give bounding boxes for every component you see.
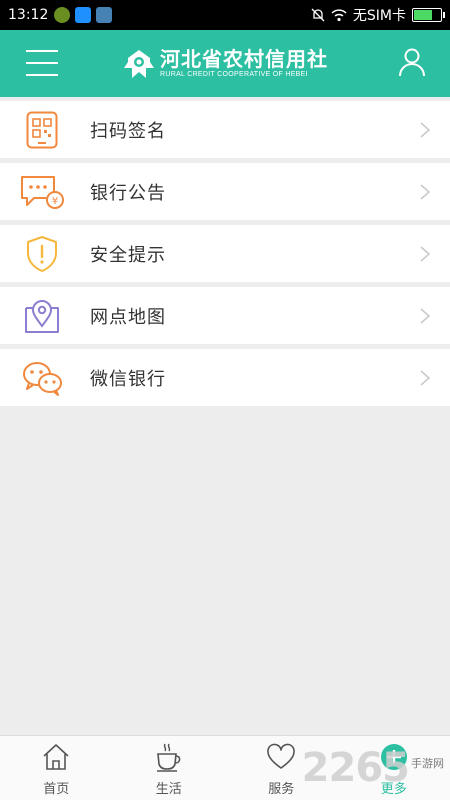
- heart-icon: [267, 743, 296, 769]
- chevron-right-icon: [420, 184, 431, 200]
- list-item-label: 安全提示: [90, 244, 166, 266]
- tab-life[interactable]: 生活: [113, 736, 226, 800]
- list-item-wechat-bank[interactable]: 微信银行: [0, 349, 450, 406]
- carrier-label: 无SIM卡: [352, 8, 406, 24]
- chevron-right-icon: [420, 370, 431, 386]
- chevron-right-icon: [420, 308, 431, 324]
- watermark-text: 手游网: [411, 757, 444, 770]
- status-bar: 13:12 无SIM卡: [0, 0, 450, 30]
- mute-bell-icon: [311, 8, 325, 22]
- user-icon[interactable]: [398, 47, 426, 77]
- svg-text:¥: ¥: [52, 196, 58, 207]
- app-header: 河北省农村信用社 RURAL CREDIT COOPERATIVE OF HEB…: [0, 30, 450, 97]
- chevron-right-icon: [420, 246, 431, 262]
- battery-icon: [412, 8, 445, 22]
- usb-icon: [96, 7, 113, 23]
- bank-logo-mark-icon: [124, 49, 154, 78]
- announcement-icon: ¥: [18, 172, 66, 212]
- list-item-bank-announcement[interactable]: ¥ 银行公告: [0, 163, 450, 220]
- logo-subtitle: RURAL CREDIT COOPERATIVE OF HEBEI: [160, 70, 308, 78]
- map-pin-icon: [18, 296, 66, 336]
- wechat-icon: [18, 358, 66, 398]
- status-time: 13:12: [8, 7, 49, 23]
- logo-title: 河北省农村信用社: [160, 46, 328, 71]
- bank-logo: 河北省农村信用社 RURAL CREDIT COOPERATIVE OF HEB…: [122, 48, 328, 80]
- tab-label: 首页: [43, 782, 70, 797]
- chevron-right-icon: [420, 122, 431, 138]
- watermark: 2265 手游网: [302, 745, 444, 791]
- menu-list: 扫码签名 ¥ 银行公告 安全提示 网点地图 微信银行: [0, 101, 450, 411]
- hamburger-menu-icon[interactable]: [26, 50, 58, 76]
- list-item-label: 银行公告: [90, 182, 166, 204]
- alarm-icon: [75, 7, 92, 23]
- app-notification-icon: [54, 7, 71, 23]
- security-shield-icon: [18, 234, 66, 274]
- home-icon: [43, 744, 69, 770]
- tab-home[interactable]: 首页: [0, 736, 113, 800]
- list-item-scan-sign[interactable]: 扫码签名: [0, 101, 450, 158]
- watermark-number: 2265: [301, 745, 410, 791]
- wifi-icon: [331, 9, 347, 22]
- list-item-label: 微信银行: [90, 368, 166, 390]
- list-item-branch-map[interactable]: 网点地图: [0, 287, 450, 344]
- list-item-label: 网点地图: [90, 306, 166, 328]
- coffee-cup-icon: [156, 743, 181, 772]
- list-item-security-tips[interactable]: 安全提示: [0, 225, 450, 282]
- tab-label: 生活: [155, 782, 182, 797]
- list-item-label: 扫码签名: [90, 120, 166, 142]
- tab-label: 服务: [268, 782, 295, 797]
- qr-scan-icon: [18, 110, 66, 150]
